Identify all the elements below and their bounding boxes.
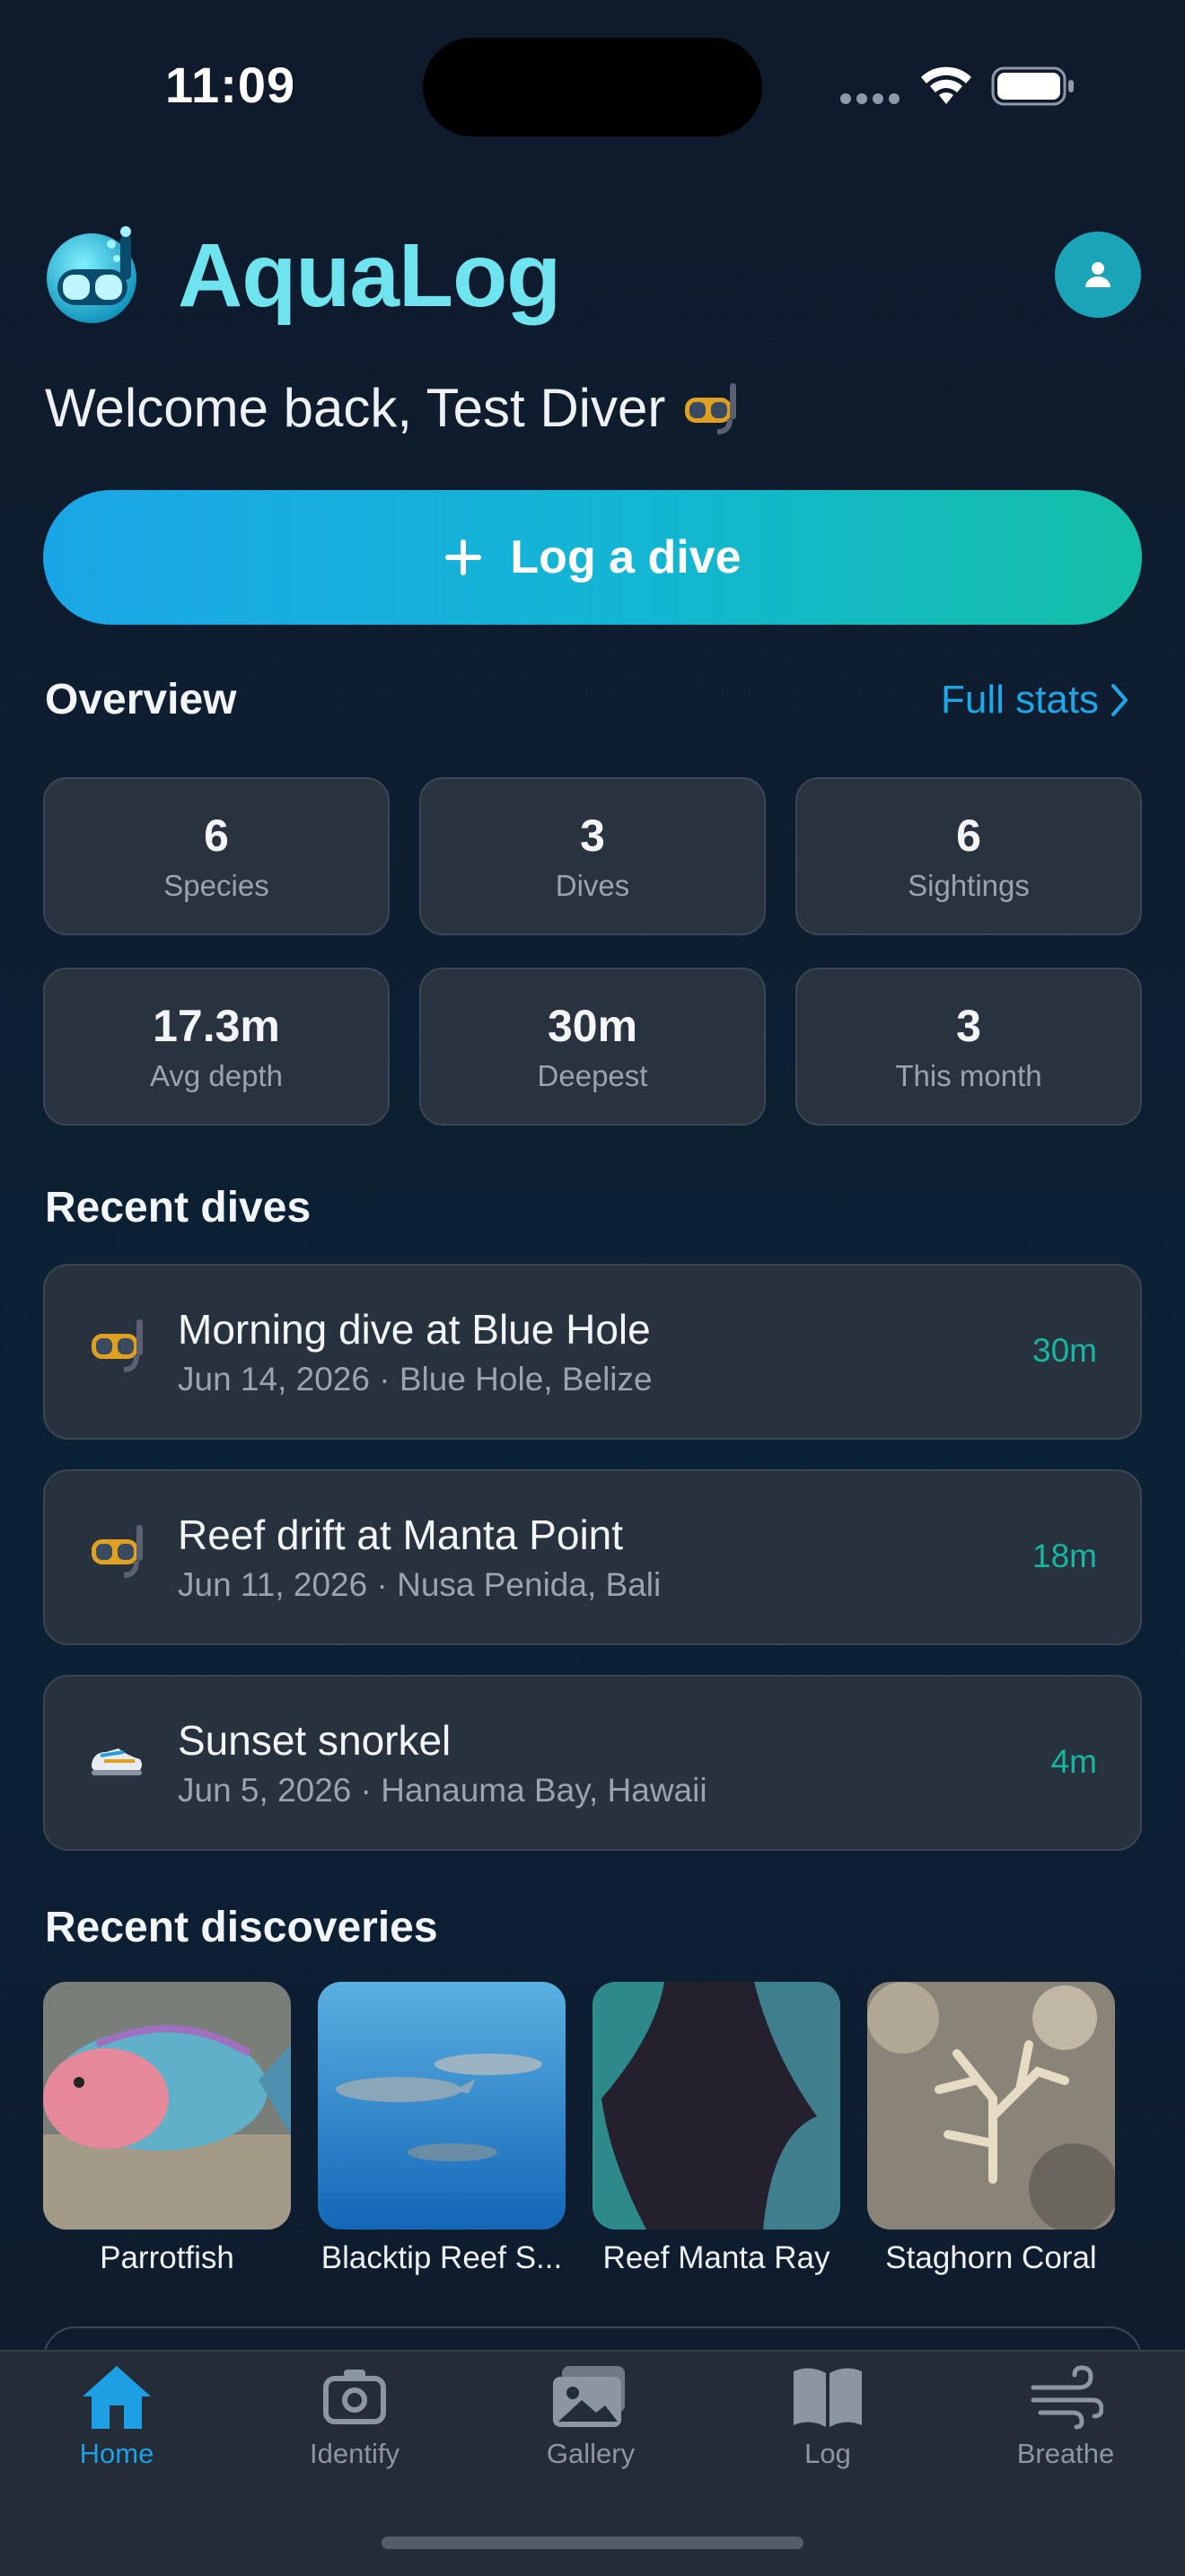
dive-card[interactable]: Reef drift at Manta Point Jun 11, 2026 ·… (43, 1469, 1142, 1645)
chevron-right-icon (1111, 684, 1128, 716)
battery-icon (991, 66, 1074, 106)
stat-value: 30m (547, 1001, 638, 1051)
full-stats-link[interactable]: Full stats (941, 678, 1129, 723)
stat-value: 3 (580, 810, 605, 861)
tab-log[interactable]: Log (738, 2362, 917, 2470)
home-icon (83, 2366, 151, 2429)
stat-card-dives[interactable]: 3 Dives (419, 777, 766, 935)
status-time: 11:09 (165, 57, 296, 113)
stat-label: Dives (555, 869, 630, 902)
cellular-signal-icon (840, 93, 900, 104)
app-title: AquaLog (178, 225, 561, 326)
dive-title: Sunset snorkel (178, 1717, 452, 1764)
gallery-icon (553, 2366, 625, 2427)
stat-card-species[interactable]: 6 Species (43, 777, 390, 935)
welcome-message: Welcome back, Test Diver (45, 377, 739, 439)
stat-card-sightings[interactable]: 6 Sightings (795, 777, 1142, 935)
recent-discoveries-title: Recent discoveries (45, 1904, 438, 1951)
camera-icon (323, 2370, 386, 2424)
plus-icon (445, 539, 482, 575)
recent-dives-title: Recent dives (45, 1184, 312, 1231)
discovery-label: Staghorn Coral (885, 2240, 1097, 2275)
home-indicator[interactable] (382, 2537, 803, 2549)
stat-label: Avg depth (149, 1059, 284, 1092)
stat-card-deepest[interactable]: 30m Deepest (419, 968, 766, 1126)
log-dive-label: Log a dive (510, 531, 742, 583)
dive-subtitle: Jun 14, 2026 · Blue Hole, Belize (178, 1361, 653, 1398)
tab-gallery[interactable]: Gallery (501, 2362, 680, 2470)
discovery-image-staghorn-coral[interactable] (867, 1982, 1115, 2230)
stat-value: 6 (204, 810, 229, 861)
stat-value: 6 (956, 810, 981, 861)
welcome-text: Welcome back, Test Diver (45, 378, 666, 438)
dive-card[interactable]: Morning dive at Blue Hole Jun 14, 2026 ·… (43, 1264, 1142, 1440)
discovery-image-parrotfish[interactable] (43, 1982, 291, 2230)
stat-label: This month (895, 1059, 1042, 1092)
profile-button[interactable] (1055, 232, 1141, 318)
dive-subtitle: Jun 11, 2026 · Nusa Penida, Bali (178, 1566, 662, 1603)
dive-subtitle: Jun 5, 2026 · Hanauma Bay, Hawaii (178, 1772, 707, 1809)
app-logo-icon (47, 226, 136, 323)
wifi-icon (921, 66, 971, 104)
tab-label: Home (79, 2438, 154, 2469)
dynamic-island (423, 38, 762, 136)
tab-identify[interactable]: Identify (265, 2362, 444, 2470)
stat-card-avg-depth[interactable]: 17.3m Avg depth (43, 968, 390, 1126)
tab-breathe[interactable]: Breathe (976, 2362, 1155, 2470)
stat-value: 17.3m (153, 1001, 280, 1051)
dive-depth: 4m (1050, 1743, 1097, 1780)
discovery-image-reef-manta-ray[interactable] (592, 1982, 840, 2230)
discovery-label: Reef Manta Ray (602, 2240, 830, 2275)
dive-title: Reef drift at Manta Point (178, 1511, 624, 1558)
discovery-label: Parrotfish (100, 2240, 234, 2275)
stat-label: Sightings (908, 869, 1030, 902)
dive-card[interactable]: Sunset snorkel Jun 5, 2026 · Hanauma Bay… (43, 1675, 1142, 1851)
diving-mask-icon (92, 1319, 143, 1372)
tab-label: Gallery (546, 2438, 636, 2469)
snorkel-shoe-icon (92, 1748, 142, 1775)
tab-label: Breathe (1016, 2438, 1115, 2469)
stat-value: 3 (956, 1001, 981, 1051)
diving-mask-icon (92, 1525, 143, 1578)
dive-depth: 18m (1032, 1538, 1097, 1574)
tab-label: Log (804, 2438, 851, 2469)
full-stats-label: Full stats (941, 678, 1100, 722)
tab-label: Identify (310, 2438, 399, 2469)
dive-depth: 30m (1032, 1332, 1097, 1369)
stat-label: Species (163, 869, 269, 902)
book-icon (794, 2368, 862, 2427)
stat-label: Deepest (537, 1059, 648, 1092)
discovery-label: Blacktip Reef S... (320, 2240, 563, 2275)
discovery-image-blacktip-reef-shark[interactable] (318, 1982, 566, 2230)
dive-title: Morning dive at Blue Hole (178, 1306, 651, 1353)
log-dive-button[interactable]: Log a dive (43, 490, 1142, 625)
stat-card-this-month[interactable]: 3 This month (795, 968, 1142, 1126)
wind-icon (1031, 2365, 1103, 2430)
user-icon (1085, 262, 1110, 287)
diving-mask-icon (685, 382, 737, 434)
overview-title: Overview (45, 676, 237, 723)
tab-home[interactable]: Home (27, 2362, 206, 2470)
